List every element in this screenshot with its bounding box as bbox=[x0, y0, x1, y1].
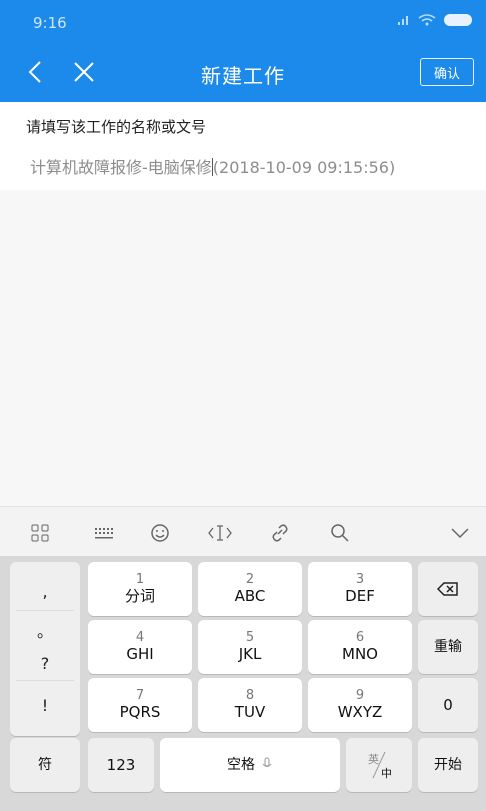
key-5[interactable]: 5 JKL bbox=[198, 620, 302, 674]
page-title: 新建工作 bbox=[201, 64, 285, 88]
key-number: 3 bbox=[355, 572, 365, 587]
punctuation-column[interactable]: , 。 ? ! bbox=[10, 562, 80, 736]
status-time: 9:16 bbox=[33, 14, 67, 32]
key-4[interactable]: 4 GHI bbox=[88, 620, 192, 674]
key-label: GHI bbox=[126, 645, 154, 663]
key-number: 6 bbox=[355, 630, 365, 645]
battery-icon bbox=[444, 14, 472, 26]
key-7[interactable]: 7 PQRS bbox=[88, 678, 192, 732]
chevron-down-icon[interactable] bbox=[448, 521, 472, 545]
search-icon[interactable] bbox=[328, 521, 352, 545]
title-input[interactable]: 计算机故障报修-电脑保修(2018-10-09 09:15:56) bbox=[30, 154, 395, 178]
wifi-icon bbox=[418, 14, 436, 26]
number-mode-key[interactable]: 123 bbox=[88, 738, 154, 792]
language-switch-icon: 英 中 bbox=[368, 751, 392, 780]
punct-question-key[interactable]: ? bbox=[10, 654, 80, 673]
backspace-key[interactable] bbox=[418, 562, 478, 616]
divider bbox=[16, 610, 74, 611]
language-switch-key[interactable]: 英 中 bbox=[346, 738, 412, 792]
key-label: 开始 bbox=[434, 757, 462, 773]
key-number: 5 bbox=[245, 630, 255, 645]
key-label: DEF bbox=[345, 587, 375, 605]
prompt-label: 请填写该工作的名称或文号 bbox=[26, 118, 207, 136]
input-text-before: 计算机故障报修-电脑保修 bbox=[30, 158, 212, 177]
form-content: 请填写该工作的名称或文号 计算机故障报修-电脑保修(2018-10-09 09:… bbox=[0, 102, 486, 506]
space-key[interactable]: 空格 bbox=[160, 738, 340, 792]
symbol-key[interactable]: 符 bbox=[10, 738, 80, 792]
start-key[interactable]: 开始 bbox=[418, 738, 478, 792]
signal-icon bbox=[398, 15, 410, 25]
key-label: 0 bbox=[443, 696, 453, 714]
key-8[interactable]: 8 TUV bbox=[198, 678, 302, 732]
key-label: 分词 bbox=[124, 587, 155, 605]
key-label: 重输 bbox=[434, 639, 462, 655]
empty-area bbox=[0, 190, 486, 506]
key-0[interactable]: 0 bbox=[418, 678, 478, 732]
reenter-key[interactable]: 重输 bbox=[418, 620, 478, 674]
emoji-icon[interactable] bbox=[148, 521, 172, 545]
key-label: WXYZ bbox=[337, 703, 383, 721]
input-text-after: (2018-10-09 09:15:56) bbox=[212, 158, 396, 177]
key-label: 123 bbox=[106, 756, 136, 774]
key-number: 4 bbox=[135, 630, 145, 645]
keyboard-toolbar bbox=[0, 506, 486, 556]
key-label: ABC bbox=[234, 587, 266, 605]
punct-period-key[interactable]: 。 bbox=[10, 618, 80, 642]
key-label: 符 bbox=[38, 757, 52, 773]
lang-en-glyph: 英 bbox=[368, 752, 379, 766]
grid-menu-icon[interactable] bbox=[28, 521, 52, 545]
punct-exclaim-key[interactable]: ! bbox=[10, 696, 80, 715]
keyboard: , 。 ? ! 1 分词 2 ABC 3 DEF 4 GHI 5 JKL 6 M… bbox=[0, 556, 486, 811]
divider bbox=[16, 680, 74, 681]
key-9[interactable]: 9 WXYZ bbox=[308, 678, 412, 732]
backspace-icon bbox=[437, 582, 458, 596]
key-number: 7 bbox=[135, 688, 145, 703]
key-number: 2 bbox=[245, 572, 255, 587]
app-header: 新建工作 确认 bbox=[0, 44, 486, 102]
cursor-move-icon[interactable] bbox=[208, 521, 232, 545]
keyboard-layout-icon[interactable] bbox=[92, 521, 116, 545]
key-number: 8 bbox=[245, 688, 255, 703]
status-bar: 9:16 bbox=[0, 0, 486, 44]
key-label: JKL bbox=[238, 645, 262, 663]
key-6[interactable]: 6 MNO bbox=[308, 620, 412, 674]
key-label: PQRS bbox=[119, 703, 161, 721]
status-icons bbox=[398, 14, 472, 26]
key-label: TUV bbox=[234, 703, 266, 721]
microphone-icon bbox=[261, 757, 273, 774]
key-3[interactable]: 3 DEF bbox=[308, 562, 412, 616]
confirm-button[interactable]: 确认 bbox=[420, 58, 474, 86]
lang-zh-glyph: 中 bbox=[381, 767, 392, 780]
key-1[interactable]: 1 分词 bbox=[88, 562, 192, 616]
key-label: 空格 bbox=[227, 757, 255, 773]
key-2[interactable]: 2 ABC bbox=[198, 562, 302, 616]
key-number: 1 bbox=[135, 572, 145, 587]
punct-comma-key[interactable]: , bbox=[10, 582, 80, 601]
key-number: 9 bbox=[355, 688, 365, 703]
key-label: MNO bbox=[342, 645, 378, 663]
link-icon[interactable] bbox=[268, 521, 292, 545]
